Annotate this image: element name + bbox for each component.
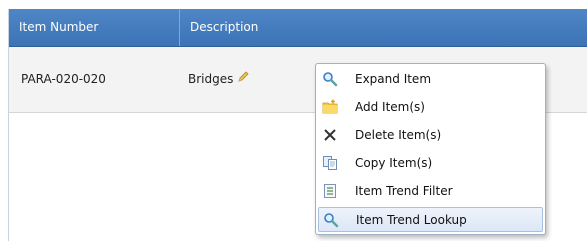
description-text: Bridges (188, 72, 234, 86)
folder-add-icon (322, 99, 338, 115)
copy-icon (322, 155, 338, 171)
menu-item-label: Add Item(s) (355, 100, 425, 114)
menu-item-expand-item[interactable]: Expand Item (318, 67, 543, 92)
cell-item-number: PARA-020-020 (21, 72, 106, 86)
menu-item-delete-items[interactable]: Delete Item(s) (318, 123, 543, 148)
column-header-item-number[interactable]: Item Number (9, 9, 180, 46)
x-delete-icon (322, 127, 338, 143)
menu-item-label: Item Trend Filter (355, 184, 453, 198)
menu-item-label: Expand Item (355, 72, 432, 86)
menu-item-label: Delete Item(s) (355, 128, 442, 142)
context-menu: Expand Item Add Item(s) Delete Item(s) C… (315, 63, 546, 235)
menu-item-label: Copy Item(s) (355, 156, 433, 170)
grid-header: Item Number Description (9, 9, 587, 47)
pencil-edit-icon[interactable] (237, 47, 249, 112)
filter-doc-icon (322, 183, 338, 199)
column-header-description[interactable]: Description (180, 9, 587, 46)
menu-item-item-trend-lookup[interactable]: Item Trend Lookup (318, 207, 543, 232)
menu-item-item-trend-filter[interactable]: Item Trend Filter (318, 179, 543, 204)
menu-item-copy-items[interactable]: Copy Item(s) (318, 151, 543, 176)
menu-item-add-items[interactable]: Add Item(s) (318, 95, 543, 120)
magnifier-icon (323, 212, 339, 228)
menu-item-label: Item Trend Lookup (356, 213, 467, 227)
magnifier-icon (322, 71, 338, 87)
